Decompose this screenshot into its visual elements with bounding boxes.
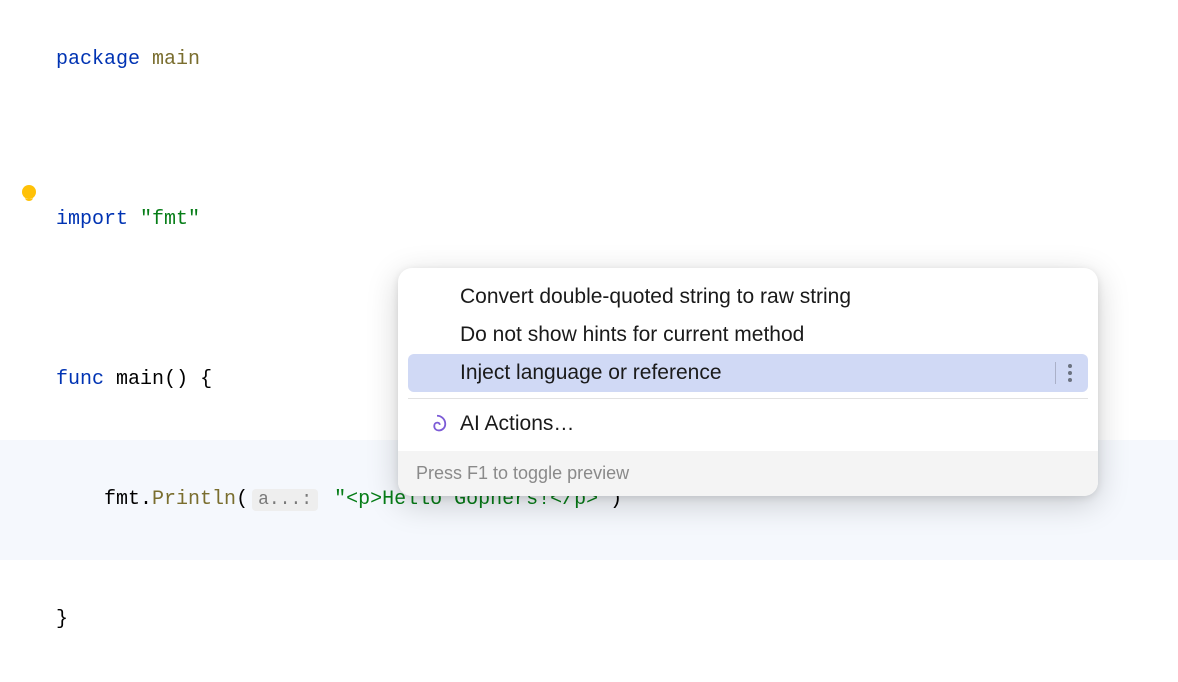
popup-item-label: Do not show hints for current method — [460, 323, 1074, 347]
more-options-icon[interactable] — [1066, 364, 1074, 382]
func-name: main — [116, 368, 164, 391]
param-hint[interactable]: a...: — [252, 489, 318, 511]
footer-text: Press F1 to toggle preview — [416, 463, 629, 483]
pkg-ref: fmt — [104, 488, 140, 511]
popup-item-convert-string[interactable]: Convert double-quoted string to raw stri… — [408, 278, 1088, 316]
intention-popup: Convert double-quoted string to raw stri… — [398, 268, 1098, 496]
popup-footer: Press F1 to toggle preview — [398, 451, 1098, 496]
keyword-func: func — [56, 368, 104, 391]
popup-items-container: Convert double-quoted string to raw stri… — [398, 268, 1098, 451]
popup-item-ai-actions[interactable]: AI Actions… — [408, 405, 1088, 443]
open-paren: ( — [236, 488, 248, 511]
popup-item-label: Convert double-quoted string to raw stri… — [460, 285, 1074, 309]
package-name: main — [152, 48, 200, 71]
code-line-7[interactable]: } — [0, 560, 1178, 680]
import-string: "fmt" — [140, 208, 200, 231]
code-line-2[interactable] — [0, 120, 1178, 160]
keyword-import: import — [56, 208, 128, 231]
popup-item-label: Inject language or reference — [460, 361, 1049, 385]
code-line-1[interactable]: package main — [0, 0, 1178, 120]
code-line-3[interactable]: import "fmt" — [0, 160, 1178, 280]
dot: . — [140, 488, 152, 511]
ai-spiral-icon — [426, 413, 448, 435]
lightbulb-icon[interactable] — [22, 185, 36, 199]
popup-item-label: AI Actions… — [460, 412, 1074, 436]
keyword-package: package — [56, 48, 140, 71]
popup-item-hide-hints[interactable]: Do not show hints for current method — [408, 316, 1088, 354]
method-name: Println — [152, 488, 236, 511]
parens: () — [164, 368, 188, 391]
popup-item-inject-language[interactable]: Inject language or reference — [408, 354, 1088, 392]
divider — [1055, 362, 1056, 384]
close-brace: } — [56, 608, 68, 631]
popup-separator — [408, 398, 1088, 399]
open-brace: { — [200, 368, 212, 391]
